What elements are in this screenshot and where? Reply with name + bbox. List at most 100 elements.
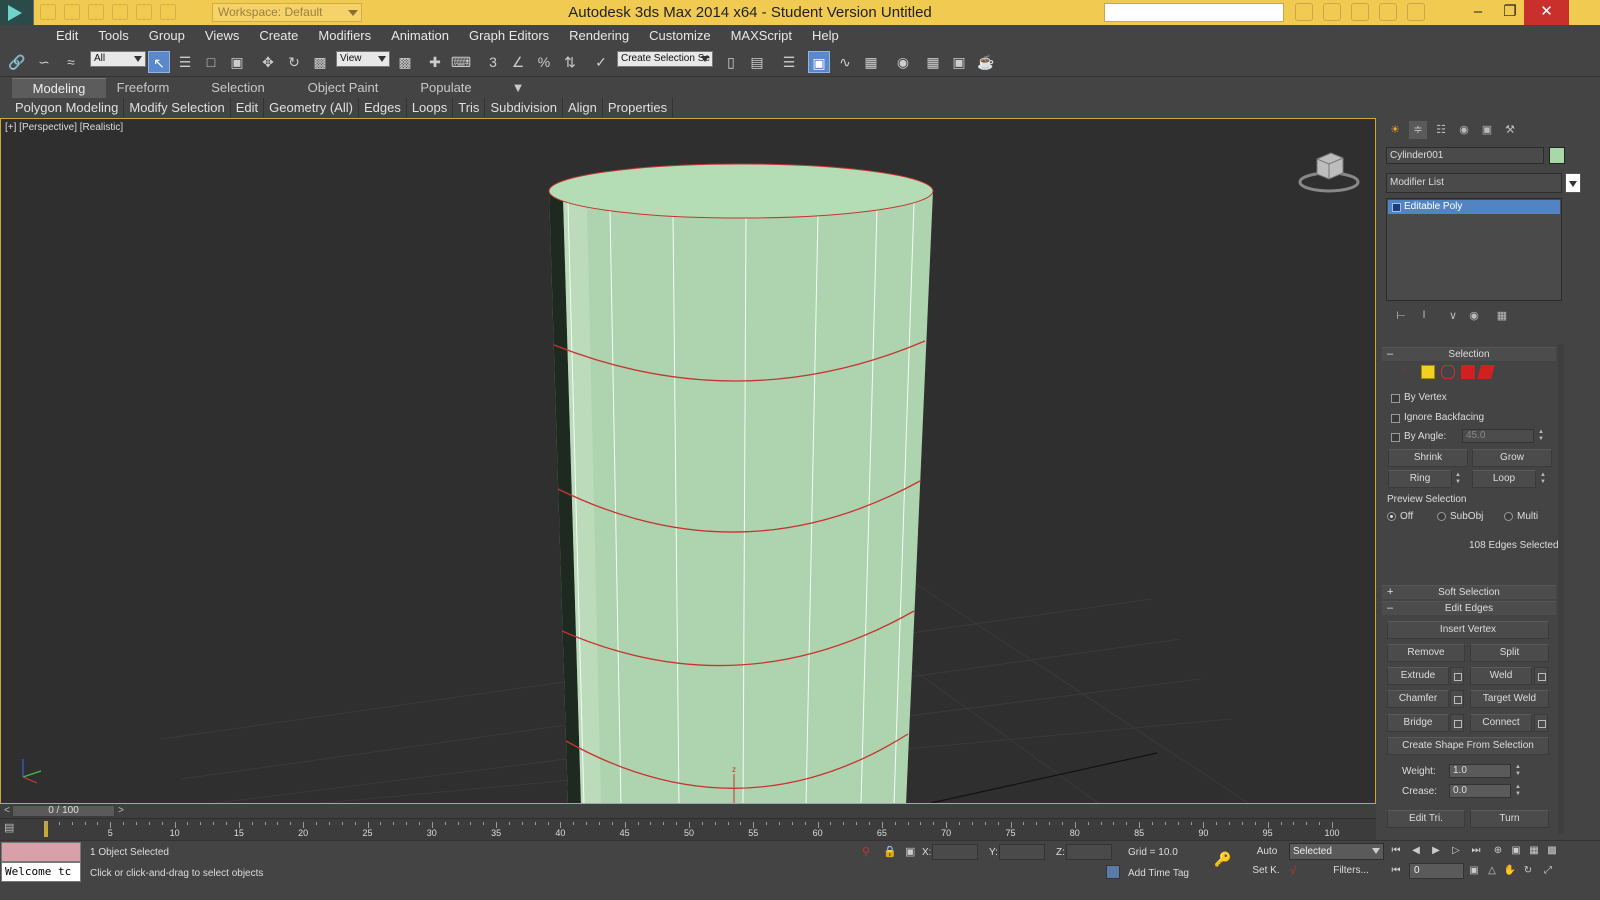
show-end-result-icon[interactable]: I	[1417, 309, 1431, 323]
minimize-button[interactable]: –	[1462, 0, 1494, 25]
orbit-icon[interactable]: ↻	[1520, 863, 1536, 879]
extrude-settings-icon[interactable]	[1450, 667, 1464, 685]
polygon-mode-icon[interactable]	[1461, 365, 1475, 379]
angle-snap-icon[interactable]: ∠	[507, 51, 529, 73]
viewcube-icon[interactable]	[1297, 149, 1361, 194]
target-weld-button[interactable]: Target Weld	[1470, 690, 1549, 708]
edit-named-selection-icon[interactable]: ✓	[590, 51, 612, 73]
y-coordinate-field[interactable]	[999, 844, 1045, 860]
keyboard-shortcut-icon[interactable]: ⌨	[450, 51, 472, 73]
close-button[interactable]: ✕	[1524, 0, 1569, 25]
crease-spinner-arrows-icon[interactable]: ▲ ▼	[1514, 784, 1522, 798]
curve-editor-icon[interactable]: ∿	[834, 51, 856, 73]
create-tab-icon[interactable]: ☀	[1386, 121, 1404, 139]
undo-icon[interactable]	[112, 4, 128, 20]
pan-view-icon[interactable]: ✋	[1502, 863, 1518, 879]
menu-customize[interactable]: Customize	[639, 25, 720, 46]
ring-spinner-icon[interactable]: ▲ ▼	[1454, 472, 1462, 486]
mirror-icon[interactable]: ▯	[720, 51, 742, 73]
loop-spinner-icon[interactable]: ▲ ▼	[1539, 472, 1547, 486]
menu-help[interactable]: Help	[802, 25, 849, 46]
material-editor-icon[interactable]: ◉	[892, 51, 914, 73]
reference-coordinate-dropdown[interactable]: View	[336, 51, 390, 67]
preview-off-radio[interactable]	[1387, 512, 1396, 521]
weight-spinner-arrows-icon[interactable]: ▲ ▼	[1514, 764, 1522, 778]
chevron-left-icon[interactable]: <	[4, 806, 10, 816]
command-panel-scrollbar[interactable]	[1558, 344, 1564, 834]
named-selection-dropdown[interactable]: Create Selection Se	[617, 51, 713, 67]
panel-align[interactable]: Align	[563, 98, 603, 117]
weight-spinner[interactable]: 1.0	[1449, 764, 1511, 778]
tab-modeling[interactable]: Modeling	[12, 78, 106, 98]
menu-group[interactable]: Group	[139, 25, 195, 46]
menu-modifiers[interactable]: Modifiers	[308, 25, 381, 46]
menu-edit[interactable]: Edit	[46, 25, 88, 46]
key-filter-dropdown[interactable]: Selected	[1289, 843, 1384, 860]
stack-item-editable-poly[interactable]: Editable Poly	[1388, 200, 1560, 214]
open-file-icon[interactable]	[64, 4, 80, 20]
hierarchy-tab-icon[interactable]: ☷	[1432, 121, 1450, 139]
rendered-frame-window-icon[interactable]: ▣	[948, 51, 970, 73]
make-unique-icon[interactable]: ∨	[1446, 309, 1460, 323]
select-object-icon[interactable]: ↖	[148, 51, 170, 73]
isolate-selection-icon[interactable]: ⚲	[862, 845, 870, 858]
panel-geometry-all[interactable]: Geometry (All)	[264, 98, 359, 117]
menu-create[interactable]: Create	[249, 25, 308, 46]
ribbon-options-icon[interactable]: ▼	[505, 78, 531, 98]
bind-spacewarp-icon[interactable]: ≈	[60, 51, 82, 73]
extrude-button[interactable]: Extrude	[1387, 667, 1449, 685]
turn-button[interactable]: Turn	[1470, 810, 1549, 828]
ignore-backfacing-checkbox[interactable]	[1391, 414, 1400, 423]
motion-tab-icon[interactable]: ◉	[1455, 121, 1473, 139]
help-icon[interactable]	[1407, 3, 1425, 21]
key-mode-toggle-icon[interactable]: ⏮	[1388, 863, 1404, 879]
preview-subobj-radio[interactable]	[1437, 512, 1446, 521]
chamfer-settings-icon[interactable]	[1450, 690, 1464, 708]
maxscript-input[interactable]: Welcome tc	[1, 862, 81, 882]
set-key-button[interactable]: Set K.	[1249, 863, 1283, 879]
render-production-icon[interactable]: ☕	[975, 51, 997, 73]
modify-tab-icon[interactable]: ≑	[1409, 121, 1427, 139]
grow-button[interactable]: Grow	[1472, 449, 1552, 467]
chamfer-button[interactable]: Chamfer	[1387, 690, 1449, 708]
tab-freeform[interactable]: Freeform	[106, 78, 180, 98]
go-to-start-icon[interactable]: ⏮	[1388, 843, 1404, 859]
edge-mode-icon[interactable]	[1421, 365, 1435, 379]
maxscript-listener[interactable]: Welcome tc	[1, 842, 81, 882]
chevron-down-icon[interactable]	[1565, 173, 1581, 193]
z-coordinate-field[interactable]	[1066, 844, 1112, 860]
previous-frame-icon[interactable]: ◀	[1408, 843, 1424, 859]
menu-tools[interactable]: Tools	[88, 25, 138, 46]
current-frame-field[interactable]: 0	[1409, 863, 1464, 879]
maximize-button[interactable]: ❐	[1494, 0, 1526, 25]
tab-object-paint[interactable]: Object Paint	[300, 78, 386, 98]
menu-maxscript[interactable]: MAXScript	[721, 25, 802, 46]
go-to-end-icon[interactable]: ⏭	[1468, 843, 1484, 859]
rectangular-region-icon[interactable]: □	[200, 51, 222, 73]
graphite-ribbon-icon[interactable]: ▣	[808, 51, 830, 73]
new-file-icon[interactable]	[40, 4, 56, 20]
auto-key-button[interactable]: Auto	[1252, 844, 1282, 860]
connect-settings-icon[interactable]	[1534, 714, 1548, 732]
panel-subdivision[interactable]: Subdivision	[485, 98, 563, 117]
star-icon[interactable]	[1379, 3, 1397, 21]
loop-button[interactable]: Loop	[1472, 470, 1536, 488]
by-vertex-checkbox[interactable]	[1391, 394, 1400, 403]
menu-animation[interactable]: Animation	[381, 25, 459, 46]
utilities-tab-icon[interactable]: ⚒	[1501, 121, 1519, 139]
panel-loops[interactable]: Loops	[407, 98, 454, 117]
object-color-swatch[interactable]	[1549, 147, 1565, 164]
time-slider[interactable]: < 0 / 100 >	[0, 804, 1376, 818]
mini-curve-editor-icon[interactable]: ▤	[4, 821, 30, 839]
maxscript-output[interactable]	[1, 842, 81, 862]
pin-stack-icon[interactable]: ⊢	[1394, 309, 1408, 323]
track-bar[interactable]: ▤ 5 10 15 20 25 30 35 40 45 50 55 60 65 70 75 80 85 90 95 1…	[0, 818, 1376, 840]
edit-edges-rollout-header[interactable]: – Edit Edges	[1382, 601, 1556, 615]
bridge-button[interactable]: Bridge	[1387, 714, 1449, 732]
rotate-icon[interactable]: ↻	[283, 51, 305, 73]
spinner-snap-icon[interactable]: ⇅	[559, 51, 581, 73]
element-mode-icon[interactable]	[1477, 365, 1495, 379]
shrink-button[interactable]: Shrink	[1388, 449, 1468, 467]
insert-vertex-button[interactable]: Insert Vertex	[1387, 621, 1549, 639]
by-angle-spinner[interactable]: 45.0	[1462, 429, 1534, 443]
